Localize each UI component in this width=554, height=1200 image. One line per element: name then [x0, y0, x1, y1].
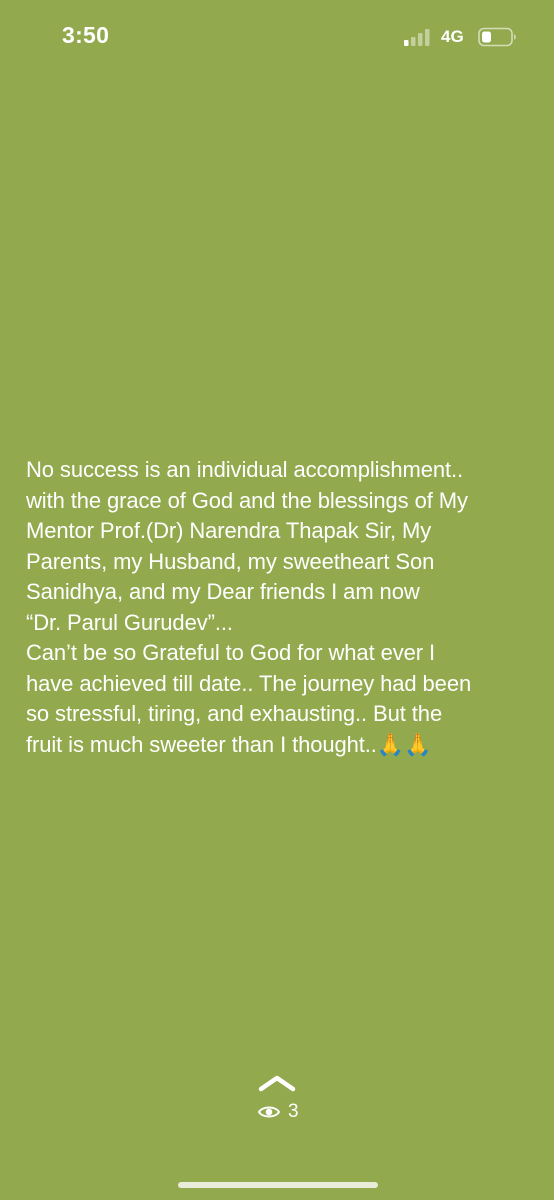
story-line: No success is an individual accomplishme… — [26, 457, 464, 482]
story-screen: 3:50 4G No success is an individual acco… — [0, 0, 554, 1200]
views-count: 3 — [288, 1101, 299, 1122]
status-time: 3:50 — [62, 22, 110, 48]
status-bar: 3:50 4G — [0, 0, 554, 80]
battery-icon — [478, 27, 516, 47]
story-line: Can’t be so Grateful to God for what eve… — [26, 640, 436, 665]
story-text: No success is an individual accomplishme… — [26, 455, 536, 760]
network-type: 4G — [441, 27, 464, 46]
story-line: with the grace of God and the blessings … — [26, 487, 468, 513]
story-line: “Dr. Parul Gurudev”... — [26, 609, 233, 635]
story-line: have achieved till date.. The journey ha… — [26, 670, 472, 696]
story-line: fruit is much sweeter than I thought..🙏🙏 — [26, 731, 432, 757]
cellular-signal-icon — [404, 29, 430, 46]
eye-icon — [258, 1106, 280, 1118]
story-line: so stressful, tiring, and exhausting.. B… — [26, 701, 443, 726]
views-indicator[interactable]: 3 — [258, 1100, 299, 1124]
chevron-up-icon[interactable] — [257, 1073, 297, 1093]
story-line: Mentor Prof.(Dr) Narendra Thapak Sir, My — [26, 518, 432, 543]
story-line: Sanidhya, and my Dear friends I am now — [26, 579, 420, 604]
home-indicator[interactable] — [178, 1182, 378, 1188]
story-line: Parents, my Husband, my sweetheart Son — [26, 548, 435, 574]
